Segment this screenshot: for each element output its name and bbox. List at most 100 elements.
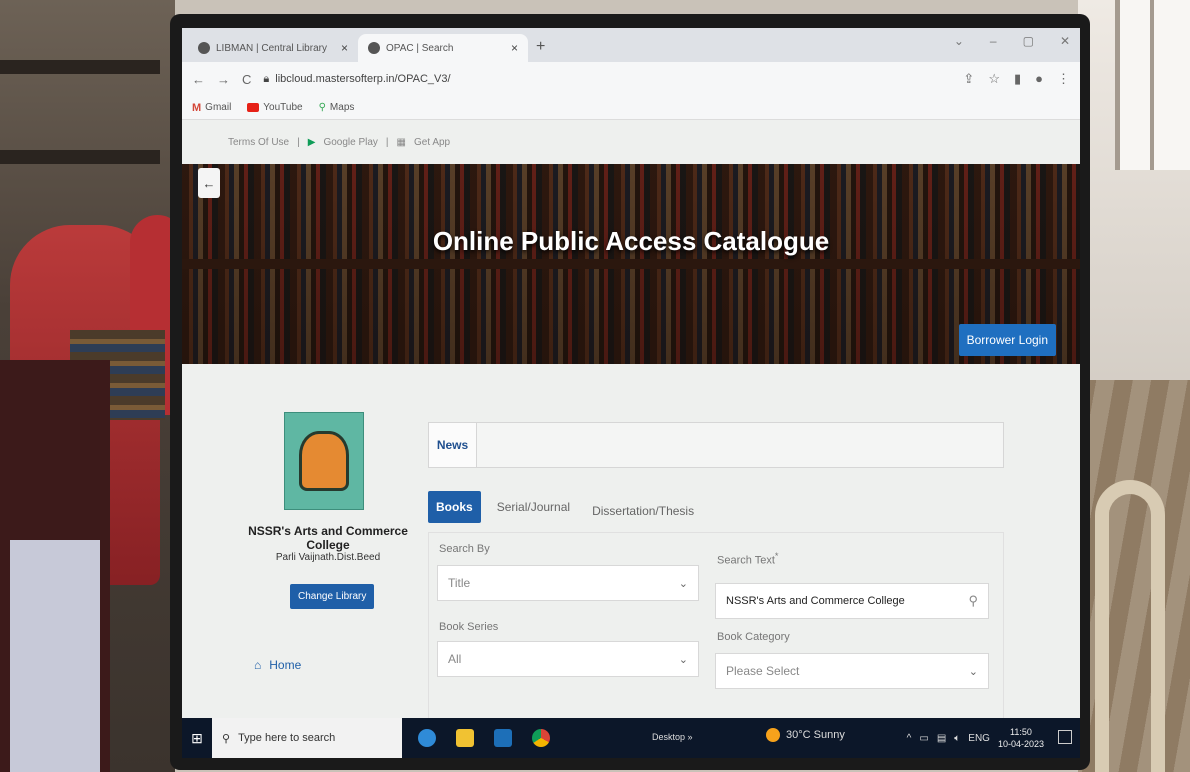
change-library-button[interactable]: Change Library xyxy=(290,584,375,609)
chevron-down-icon: ⌄ xyxy=(678,577,688,590)
get-app-link[interactable]: Get App xyxy=(414,137,450,148)
mail-icon[interactable] xyxy=(494,729,512,747)
new-tab-button[interactable]: + xyxy=(536,38,545,56)
hero-banner: ← Online Public Access Catalogue Borrowe… xyxy=(182,164,1080,364)
page-title: Online Public Access Catalogue xyxy=(432,225,830,256)
browser-actions: ⇪ ☆ ▮ ● ⋮ xyxy=(963,71,1070,87)
gmail-icon: M xyxy=(192,101,202,114)
browser-tab-opac[interactable]: OPAC | Search × xyxy=(358,34,528,62)
book-series-label: Book Series xyxy=(439,621,499,633)
college-logo xyxy=(284,412,364,510)
taskbar-search[interactable]: ⚲ Type here to search xyxy=(212,718,402,758)
bookmark-label: YouTube xyxy=(263,102,303,113)
separator: | xyxy=(385,136,389,148)
desktop-chevron: » xyxy=(687,732,693,742)
monitor: LIBMAN | Central Library × OPAC | Search… xyxy=(170,14,1090,770)
tab-serial-journal[interactable]: Serial/Journal xyxy=(491,492,576,522)
book-category-select[interactable]: Please Select ⌄ xyxy=(715,653,989,689)
url-text: libcloud.mastersofterp.in/OPAC_V3/ xyxy=(275,73,451,85)
close-tab-icon[interactable]: × xyxy=(341,41,348,55)
bookmark-label: Maps xyxy=(329,102,355,113)
terms-link[interactable]: Terms Of Use xyxy=(228,137,289,148)
search-text-label: Search Text* xyxy=(717,551,778,567)
tab-books[interactable]: Books xyxy=(428,491,481,523)
opac-page: Terms Of Use | ▶ Google Play | ▦ Get App… xyxy=(182,120,1080,718)
close-window-icon[interactable]: ✕ xyxy=(1060,34,1070,48)
news-box: News xyxy=(428,422,1004,468)
book-series-value: All xyxy=(448,652,462,666)
sun-icon xyxy=(766,728,780,742)
google-play-link[interactable]: Google Play xyxy=(323,137,377,148)
share-icon[interactable]: ⇪ xyxy=(963,71,974,87)
plastic-chair xyxy=(1095,480,1165,772)
chevron-down-icon: ⌄ xyxy=(968,665,978,678)
search-form: Search By Title ⌄ Search Text* NSSR's Ar… xyxy=(428,532,1004,718)
chevron-up-icon[interactable]: ^ xyxy=(907,733,912,744)
search-by-select[interactable]: Title ⌄ xyxy=(437,565,699,601)
address-bar: ← → C 🔒︎ libcloud.mastersofterp.in/OPAC_… xyxy=(182,62,1080,96)
windows-taskbar: ⊞ ⚲ Type here to search Desktop » 30°C S… xyxy=(182,718,1080,758)
menu-icon[interactable]: ⋮ xyxy=(1057,71,1070,87)
search-by-value: Title xyxy=(448,576,471,590)
college-location: Parli Vaijnath.Dist.Beed xyxy=(275,552,381,563)
back-arrow-icon[interactable]: ← xyxy=(192,72,205,87)
bookmark-gmail[interactable]: M Gmail xyxy=(192,102,231,114)
clock-date: 10-04-2023 xyxy=(997,739,1044,749)
windows-start-icon[interactable]: ⊞ xyxy=(182,730,212,747)
weather-text: 30°C Sunny xyxy=(786,729,845,741)
side-panel-icon[interactable]: ▮ xyxy=(1014,71,1021,87)
close-tab-icon[interactable]: × xyxy=(511,41,518,55)
profile-icon[interactable]: ● xyxy=(1035,71,1043,87)
home-icon: ⌂ xyxy=(254,658,262,672)
google-play-icon: ▶ xyxy=(307,136,316,148)
book-category-value: Please Select xyxy=(726,664,800,678)
chevron-down-icon: ⌄ xyxy=(678,653,688,666)
star-icon[interactable]: ☆ xyxy=(988,71,1000,87)
weather-widget[interactable]: 30°C Sunny xyxy=(766,728,845,742)
clock-time: 11:50 xyxy=(1010,727,1032,737)
tab-search-icon[interactable]: ⌄ xyxy=(954,34,964,48)
minimize-icon[interactable]: – xyxy=(990,34,997,48)
notifications-icon[interactable] xyxy=(1058,730,1072,744)
book-series-select[interactable]: All ⌄ xyxy=(437,641,699,677)
shelf-band xyxy=(0,150,160,164)
book-category-label: Book Category xyxy=(717,631,790,643)
forward-arrow-icon[interactable]: → xyxy=(217,72,230,87)
qr-code-icon: ▦ xyxy=(396,136,406,148)
window xyxy=(1115,0,1190,170)
bookmark-youtube[interactable]: YouTube xyxy=(247,102,303,113)
desk-panel xyxy=(10,540,100,772)
desktop-toolbar[interactable]: Desktop » xyxy=(652,732,693,742)
bookmark-maps[interactable]: ⚲ Maps xyxy=(319,102,355,113)
language-indicator[interactable]: ENG xyxy=(968,733,990,744)
search-by-label: Search By xyxy=(439,543,490,555)
maps-icon: ⚲ xyxy=(318,102,326,113)
required-marker: * xyxy=(774,551,779,561)
network-icon[interactable]: ▤ xyxy=(937,733,946,744)
globe-favicon-icon xyxy=(368,42,380,54)
reload-icon[interactable]: C xyxy=(242,72,251,87)
url-field[interactable]: 🔒︎ libcloud.mastersofterp.in/OPAC_V3/ xyxy=(263,73,951,86)
restore-icon[interactable]: ▢ xyxy=(1023,34,1034,48)
chrome-icon[interactable] xyxy=(532,729,550,747)
edge-icon[interactable] xyxy=(418,729,436,747)
college-name: NSSR's Arts and Commerce College xyxy=(248,524,408,552)
battery-icon[interactable]: ▭ xyxy=(919,733,928,744)
file-explorer-icon[interactable] xyxy=(456,729,474,747)
taskbar-apps xyxy=(418,729,550,747)
search-icon[interactable]: ⚲ xyxy=(968,593,978,609)
system-tray: ^ ▭ ▤ 🔈︎ ENG 11:50 10-04-2023 xyxy=(907,726,1044,750)
window-controls: ⌄ – ▢ ✕ xyxy=(954,34,1070,48)
back-button[interactable]: ← xyxy=(198,168,220,198)
bookmarks-bar: M Gmail YouTube ⚲ Maps xyxy=(182,96,1080,120)
clock[interactable]: 11:50 10-04-2023 xyxy=(998,726,1044,750)
browser-tab-libman[interactable]: LIBMAN | Central Library × xyxy=(188,34,358,62)
search-text-input[interactable]: NSSR's Arts and Commerce College ⚲ xyxy=(715,583,989,619)
taskbar-search-placeholder: Type here to search xyxy=(238,732,336,744)
separator: | xyxy=(297,136,300,148)
speaker-icon[interactable]: 🔈︎ xyxy=(954,733,960,744)
tab-dissertation-thesis[interactable]: Dissertation/Thesis xyxy=(586,496,700,526)
borrower-login-button[interactable]: Borrower Login xyxy=(958,324,1056,356)
search-icon: ⚲ xyxy=(222,732,231,745)
home-link[interactable]: ⌂ Home xyxy=(254,658,301,672)
